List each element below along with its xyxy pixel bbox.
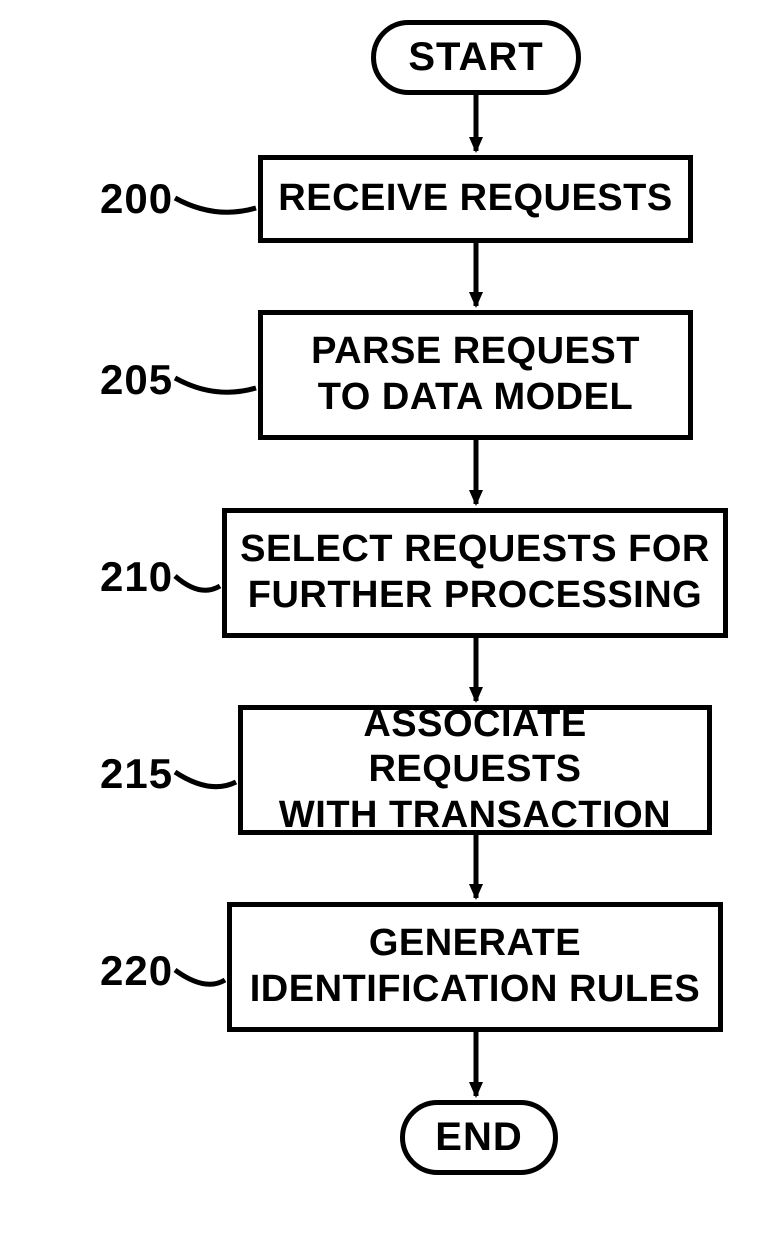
connectors — [0, 0, 762, 1253]
flowchart-canvas: START 200 RECEIVE REQUESTS 205 PARSE REQ… — [0, 0, 762, 1253]
